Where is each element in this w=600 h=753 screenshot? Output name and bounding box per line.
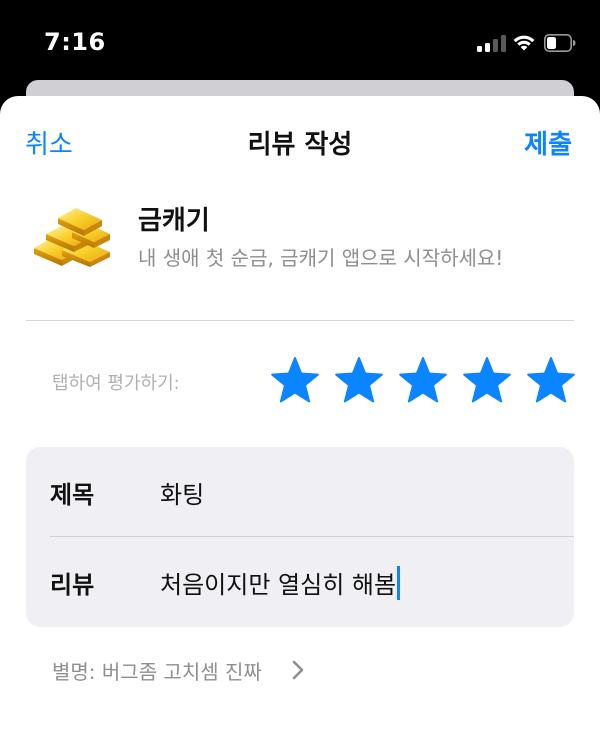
review-label: 리뷰 — [50, 571, 95, 599]
write-review-sheet: 리뷰 작성 취소 제출 금캐기 내 생애 첫 순금, 금캐기 앱으로 시작하세요… — [0, 96, 600, 753]
battery-icon — [544, 34, 576, 52]
star-icon[interactable] — [462, 356, 512, 406]
review-form: 제목 화팅 리뷰 처음이지만 열심히 해봄 — [26, 447, 574, 627]
review-text: 처음이지만 열심히 해봄 — [160, 571, 397, 599]
star-rating[interactable] — [270, 356, 576, 408]
divider — [26, 320, 574, 321]
app-subtitle: 내 생애 첫 순금, 금캐기 앱으로 시작하세요! — [138, 246, 504, 270]
title-field[interactable]: 화팅 — [160, 475, 204, 510]
title-row[interactable]: 제목 화팅 — [26, 447, 574, 537]
chevron-right-icon[interactable] — [291, 659, 305, 681]
status-time: 7:16 — [44, 28, 106, 56]
page-title: 리뷰 작성 — [247, 130, 353, 160]
app-name: 금캐기 — [138, 206, 210, 236]
wifi-icon — [513, 35, 535, 51]
review-field[interactable]: 처음이지만 열심히 해봄 — [160, 565, 401, 603]
star-icon[interactable] — [526, 356, 576, 406]
review-row[interactable]: 리뷰 처음이지만 열심히 해봄 — [26, 537, 574, 627]
cellular-signal-icon — [477, 34, 507, 52]
star-icon[interactable] — [334, 356, 384, 406]
text-cursor — [397, 566, 401, 600]
gold-bars-icon — [34, 208, 110, 267]
submit-button[interactable]: 제출 — [524, 124, 572, 161]
title-label: 제목 — [50, 481, 95, 509]
star-icon[interactable] — [270, 356, 320, 406]
cancel-button[interactable]: 취소 — [25, 124, 73, 161]
star-icon[interactable] — [398, 356, 448, 406]
status-bar: 7:16 — [0, 0, 600, 90]
rating-label: 탭하여 평가하기: — [52, 373, 180, 394]
nickname-link[interactable]: 별명: 버그좀 고치셈 진짜 — [52, 656, 262, 685]
